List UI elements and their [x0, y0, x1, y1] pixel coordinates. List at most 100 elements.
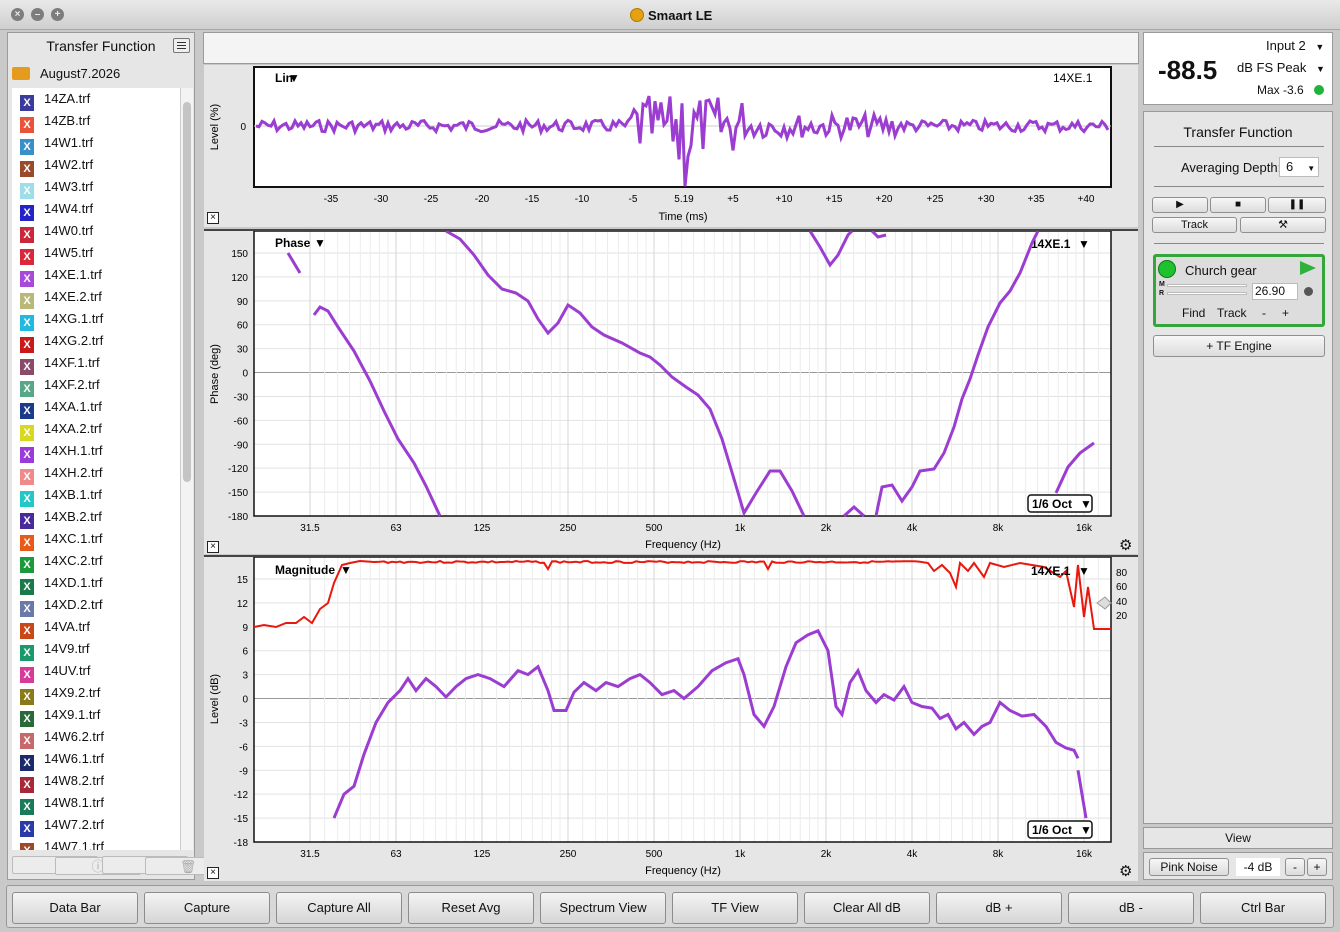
- file-item[interactable]: X 14XD.2.trf: [12, 594, 182, 617]
- averaging-depth-select[interactable]: 6 ▼: [1279, 157, 1319, 177]
- capture-button[interactable]: Capture: [144, 892, 270, 924]
- delay-field[interactable]: 26.90: [1252, 283, 1298, 300]
- tools-button[interactable]: ⚒: [1240, 217, 1326, 233]
- file-item[interactable]: X 14XG.2.trf: [12, 330, 182, 353]
- magnitude-title[interactable]: Magnitude: [275, 563, 335, 577]
- zoom-window-button[interactable]: +: [51, 8, 64, 21]
- engine-plus-button[interactable]: +: [1282, 306, 1289, 320]
- meter-units-select[interactable]: dB FS Peak ▼: [1237, 60, 1325, 75]
- view-button[interactable]: View: [1143, 827, 1333, 849]
- file-item[interactable]: X 14XE.1.trf: [12, 264, 182, 287]
- file-item[interactable]: X 14X9.2.trf: [12, 682, 182, 705]
- track-button[interactable]: Track: [1152, 217, 1237, 233]
- file-item[interactable]: X 14X9.1.trf: [12, 704, 182, 727]
- meter-m-bar: [1167, 284, 1247, 287]
- magnitude-dropdown-icon[interactable]: ▼: [340, 563, 352, 577]
- pink-level-down-button[interactable]: -: [1285, 858, 1305, 876]
- close-phase-plot-button[interactable]: ×: [207, 541, 219, 553]
- add-tf-engine-button[interactable]: + TF Engine: [1153, 335, 1325, 357]
- phase-smoothing-dropdown-icon[interactable]: ▼: [1080, 497, 1092, 511]
- close-window-button[interactable]: ×: [11, 8, 24, 21]
- reset-avg-button[interactable]: Reset Avg: [408, 892, 534, 924]
- file-item[interactable]: X 14UV.trf: [12, 660, 182, 683]
- close-impulse-plot-button[interactable]: ×: [207, 212, 219, 224]
- info-button[interactable]: ⓘ: [12, 856, 141, 875]
- pause-button[interactable]: ❚❚: [1268, 197, 1326, 213]
- file-item[interactable]: X 14W7.1.trf: [12, 836, 182, 850]
- pink-noise-button[interactable]: Pink Noise: [1149, 858, 1229, 876]
- db--button[interactable]: dB +: [936, 892, 1062, 924]
- engine-find-button[interactable]: Find: [1182, 306, 1205, 320]
- file-item[interactable]: X 14W0.trf: [12, 220, 182, 243]
- trf-file-icon: X: [20, 447, 34, 463]
- file-item[interactable]: X 14W6.1.trf: [12, 748, 182, 771]
- file-item[interactable]: X 14XH.1.trf: [12, 440, 182, 463]
- spectrum-view-button[interactable]: Spectrum View: [540, 892, 666, 924]
- file-item[interactable]: X 14W4.trf: [12, 198, 182, 221]
- file-item[interactable]: X 14XD.1.trf: [12, 572, 182, 595]
- engine-name[interactable]: Church gear: [1185, 263, 1257, 278]
- file-item[interactable]: X 14XC.2.trf: [12, 550, 182, 573]
- minimize-window-button[interactable]: –: [31, 8, 44, 21]
- phase-trace-dropdown-icon[interactable]: ▼: [1078, 237, 1090, 251]
- file-item[interactable]: X 14XC.1.trf: [12, 528, 182, 551]
- capture-all-button[interactable]: Capture All: [276, 892, 402, 924]
- phase-settings-gear-icon[interactable]: ⚙: [1119, 538, 1132, 553]
- file-item[interactable]: X 14XA.2.trf: [12, 418, 182, 441]
- phase-title[interactable]: Phase: [275, 236, 311, 250]
- file-list-scrollbar[interactable]: [180, 88, 193, 850]
- file-item[interactable]: X 14XE.2.trf: [12, 286, 182, 309]
- file-item[interactable]: X 14XB.1.trf: [12, 484, 182, 507]
- close-magnitude-plot-button[interactable]: ×: [207, 867, 219, 879]
- file-item[interactable]: X 14W8.2.trf: [12, 770, 182, 793]
- engine-on-indicator[interactable]: [1158, 260, 1176, 278]
- phase-trace-label[interactable]: 14XE.1: [1031, 237, 1071, 251]
- phase-smoothing-label[interactable]: 1/6 Oct: [1032, 497, 1072, 511]
- file-item[interactable]: X 14XF.1.trf: [12, 352, 182, 375]
- file-item[interactable]: X 14V9.trf: [12, 638, 182, 661]
- file-item[interactable]: X 14XA.1.trf: [12, 396, 182, 419]
- scroll-thumb[interactable]: [183, 102, 191, 482]
- engine-run-icon[interactable]: [1300, 261, 1316, 275]
- impulse-mode-dropdown-icon[interactable]: ▼: [288, 71, 300, 85]
- file-item[interactable]: X 14ZB.trf: [12, 110, 182, 133]
- stop-button[interactable]: ■: [1210, 197, 1266, 213]
- file-item[interactable]: X 14W3.trf: [12, 176, 182, 199]
- db--button[interactable]: dB -: [1068, 892, 1194, 924]
- magnitude-trace-label[interactable]: 14XE.1: [1031, 564, 1071, 578]
- file-item[interactable]: X 14W5.trf: [12, 242, 182, 265]
- play-button[interactable]: ▶: [1152, 197, 1208, 213]
- ctrl-bar-button[interactable]: Ctrl Bar: [1200, 892, 1326, 924]
- clear-all-db-button[interactable]: Clear All dB: [804, 892, 930, 924]
- tf-view-button[interactable]: TF View: [672, 892, 798, 924]
- file-item[interactable]: X 14W1.trf: [12, 132, 182, 155]
- engine-minus-button[interactable]: -: [1262, 306, 1266, 320]
- sidebar-menu-button[interactable]: [173, 38, 190, 53]
- file-name: 14W7.2.trf: [44, 817, 104, 832]
- file-item[interactable]: X 14XB.2.trf: [12, 506, 182, 529]
- file-item[interactable]: X 14XF.2.trf: [12, 374, 182, 397]
- file-item[interactable]: X 14VA.trf: [12, 616, 182, 639]
- magnitude-trace-dropdown-icon[interactable]: ▼: [1078, 564, 1090, 578]
- file-item[interactable]: X 14XH.2.trf: [12, 462, 182, 485]
- magnitude-smoothing-label[interactable]: 1/6 Oct: [1032, 823, 1072, 837]
- meter-input-select[interactable]: Input 2 ▼: [1266, 38, 1324, 53]
- pink-level-up-button[interactable]: +: [1307, 858, 1327, 876]
- file-item[interactable]: X 14W2.trf: [12, 154, 182, 177]
- file-item[interactable]: X 14W6.2.trf: [12, 726, 182, 749]
- file-name: 14W7.1.trf: [44, 839, 104, 850]
- phase-dropdown-icon[interactable]: ▼: [314, 236, 326, 250]
- trash-button[interactable]: 🗑: [102, 856, 231, 875]
- engine-track-button[interactable]: Track: [1217, 306, 1247, 320]
- record-icon[interactable]: [1304, 287, 1313, 296]
- file-item[interactable]: X 14W8.1.trf: [12, 792, 182, 815]
- session-folder[interactable]: August7.2026: [12, 62, 186, 86]
- tf-engine-card[interactable]: Church gear M R 26.90 Find Track - +: [1153, 254, 1325, 327]
- pink-noise-level[interactable]: -4 dB: [1236, 858, 1280, 876]
- data-bar-button[interactable]: Data Bar: [12, 892, 138, 924]
- magnitude-smoothing-dropdown-icon[interactable]: ▼: [1080, 823, 1092, 837]
- file-item[interactable]: X 14ZA.trf: [12, 88, 182, 111]
- file-item[interactable]: X 14W7.2.trf: [12, 814, 182, 837]
- file-item[interactable]: X 14XG.1.trf: [12, 308, 182, 331]
- magnitude-settings-gear-icon[interactable]: ⚙: [1119, 864, 1132, 879]
